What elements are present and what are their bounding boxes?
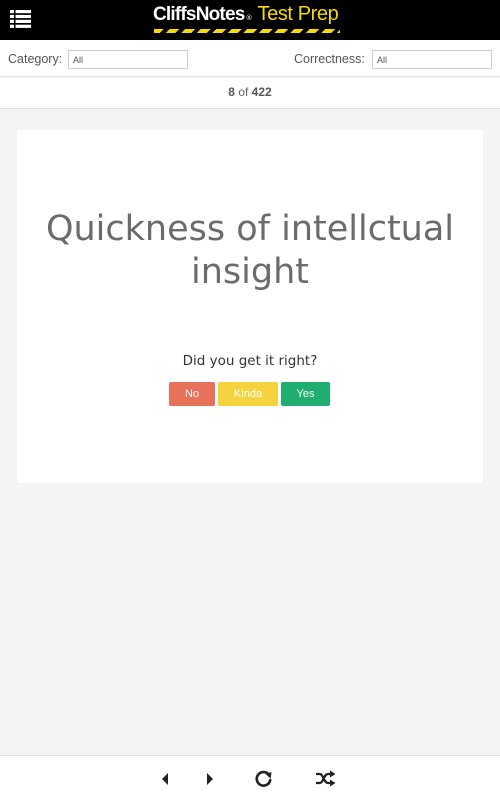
- correctness-select[interactable]: All: [372, 50, 492, 69]
- navigation-toolbar: [0, 755, 500, 800]
- filter-bar: Category: All Correctness: All: [0, 40, 500, 77]
- previous-arrow-icon: [162, 773, 168, 785]
- previous-button[interactable]: [160, 772, 170, 786]
- category-select[interactable]: All: [68, 50, 188, 69]
- card-counter: 8 of 422: [0, 78, 500, 109]
- total-card-count: 422: [251, 85, 272, 99]
- self-assessment-question: Did you get it right?: [182, 353, 318, 369]
- kinda-button[interactable]: Kinda: [218, 382, 278, 406]
- restart-button[interactable]: [254, 769, 273, 788]
- shuffle-icon: [316, 770, 336, 787]
- list-menu-icon: [10, 10, 31, 28]
- refresh-icon: [255, 770, 272, 787]
- menu-button[interactable]: [10, 10, 31, 28]
- app-header: CliffsNotes ® Test Prep: [0, 0, 500, 40]
- shuffle-button[interactable]: [315, 770, 336, 787]
- yes-button[interactable]: Yes: [281, 382, 330, 406]
- flashcard[interactable]: Quickness of intellctual insight Did you…: [17, 130, 483, 483]
- next-arrow-icon: [207, 773, 213, 785]
- category-label: Category:: [8, 52, 63, 66]
- flashcard-term: Quickness of intellctual insight: [45, 209, 455, 292]
- correctness-label: Correctness:: [294, 52, 365, 66]
- counter-separator: of: [238, 85, 249, 99]
- registered-mark: ®: [245, 14, 253, 22]
- current-card-number: 8: [228, 85, 235, 99]
- brand-secondary-text: Test Prep: [257, 3, 339, 25]
- brand-primary-text: CliffsNotes: [153, 4, 245, 25]
- no-button[interactable]: No: [169, 382, 215, 406]
- next-button[interactable]: [205, 772, 215, 786]
- brand-hazard-stripe: [154, 29, 340, 33]
